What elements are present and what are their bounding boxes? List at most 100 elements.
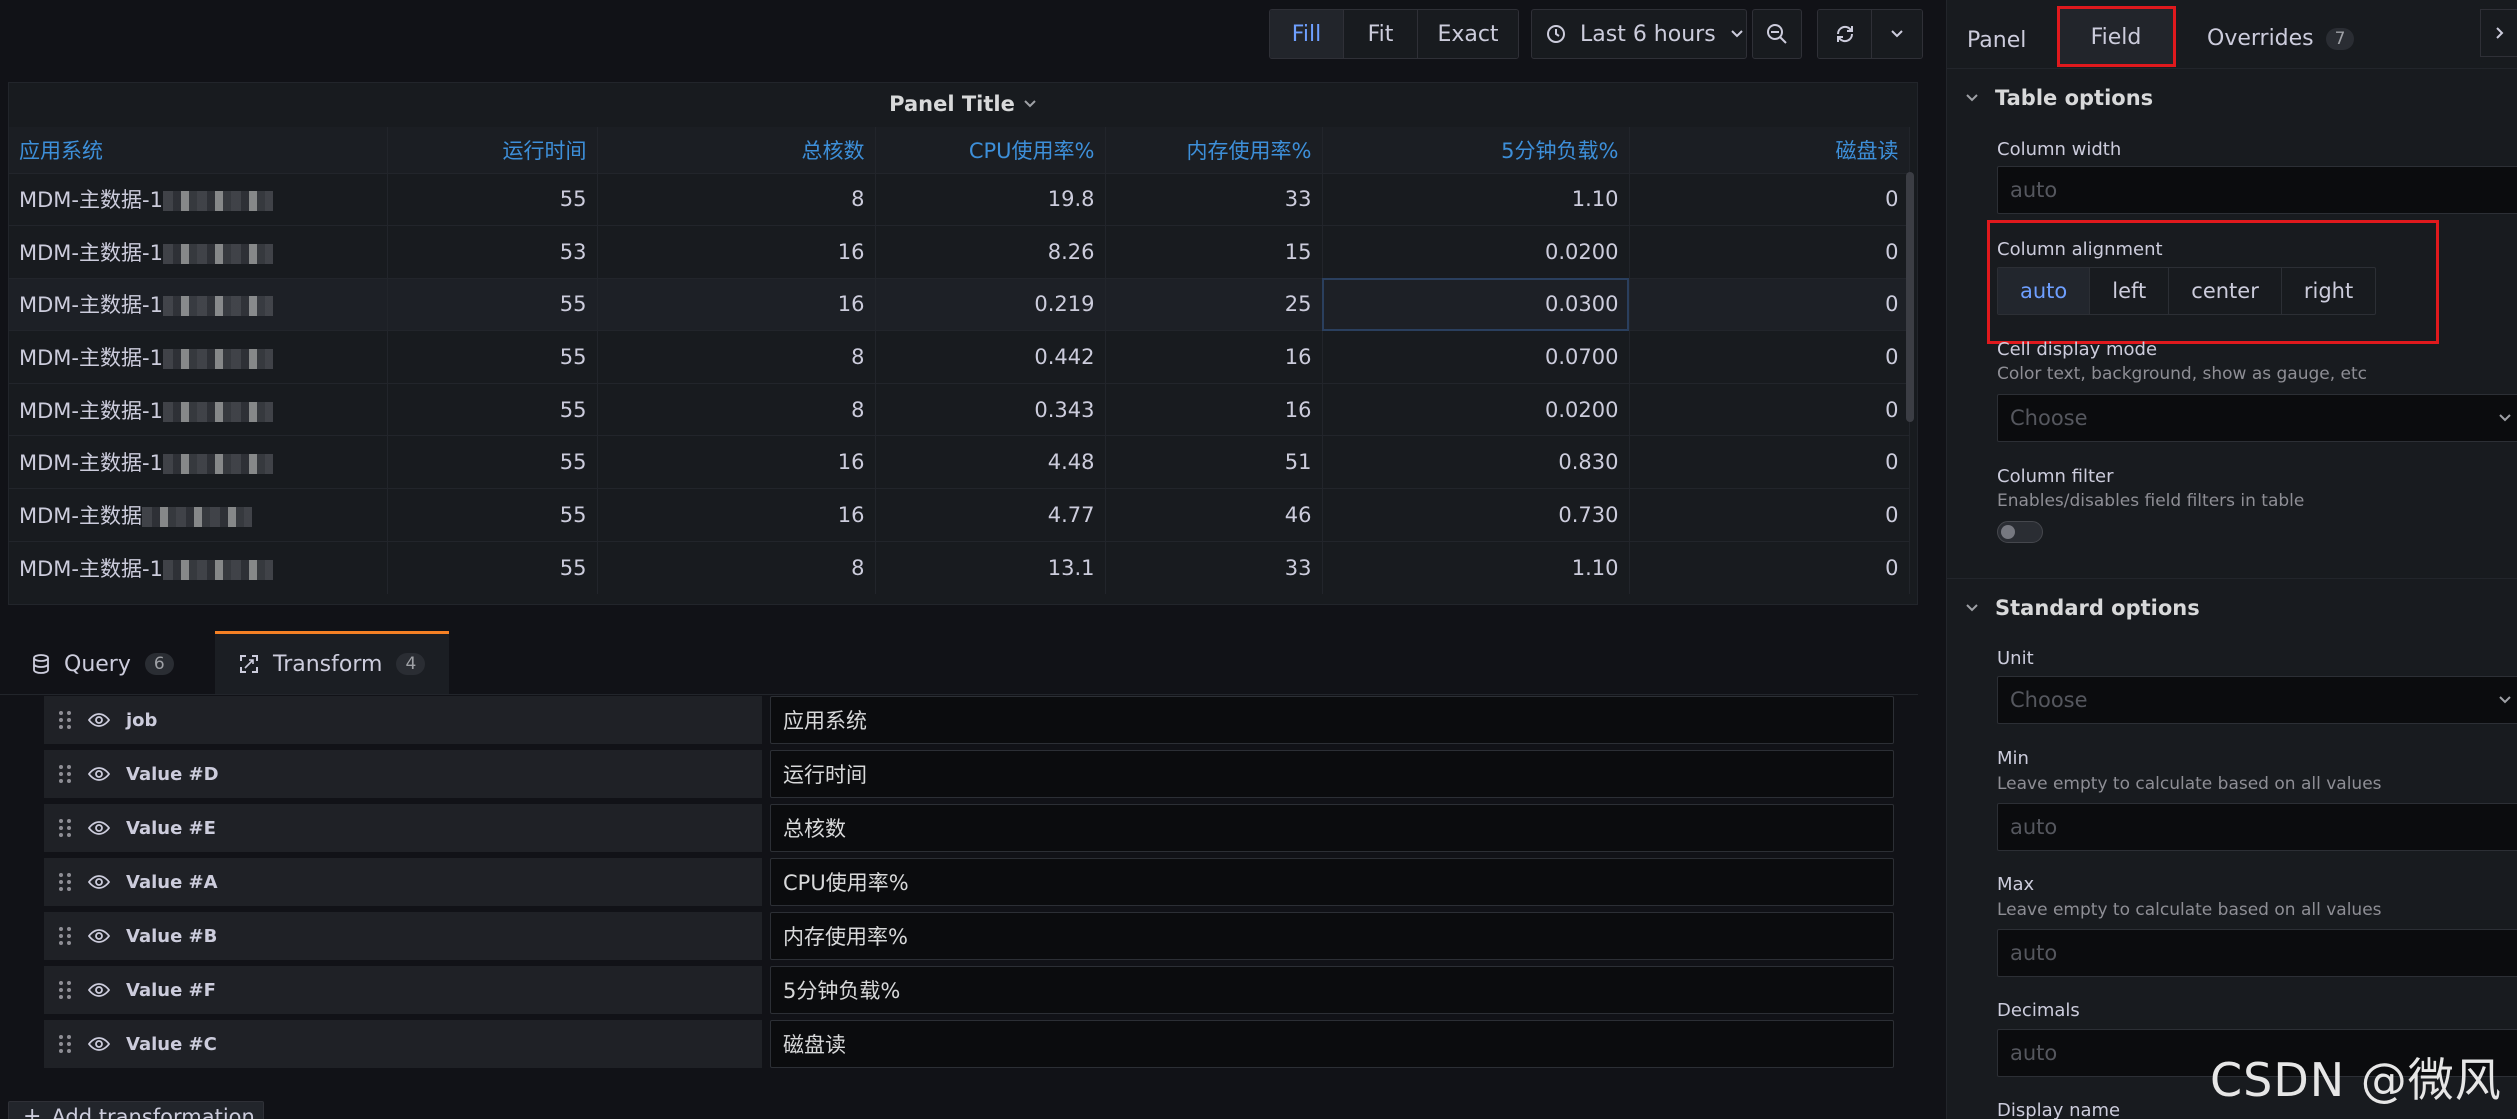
redacted-text (162, 401, 273, 422)
chevron-down-icon (1890, 27, 1904, 41)
eye-icon[interactable] (88, 928, 110, 944)
eye-icon[interactable] (88, 1036, 110, 1052)
watermark: CSDN @微风 (2210, 1053, 2502, 1107)
data-table: 应用系统 运行时间 总核数 CPU使用率% 内存使用率% 5分钟负载% 磁盘读 … (9, 127, 1910, 594)
table-cell: MDM-主数据-1 (9, 435, 388, 489)
table-cell: MDM-主数据 (9, 488, 388, 542)
exact-button[interactable]: Exact (1418, 10, 1518, 58)
chevron-down-icon (1023, 97, 1037, 111)
table-cell: MDM-主数据-1 (9, 540, 388, 594)
eye-icon[interactable] (88, 766, 110, 782)
max-input[interactable]: auto (1997, 929, 2517, 977)
refresh-interval-button[interactable] (1872, 10, 1922, 58)
rename-input[interactable]: 磁盘读 (770, 1020, 1894, 1068)
column-header[interactable]: 运行时间 (387, 127, 598, 173)
transform-row: job (44, 696, 762, 744)
refresh-icon (1834, 23, 1856, 45)
fit-button[interactable]: Fit (1344, 10, 1418, 58)
cell-display-mode-description: Color text, background, show as gauge, e… (1997, 364, 2368, 384)
drag-handle-icon[interactable] (58, 979, 72, 1001)
table-cell: 8 (597, 172, 876, 226)
options-pane: Panel Field Overrides 7 Table options Co… (1946, 0, 2517, 1119)
tab-query[interactable]: Query 6 (8, 634, 198, 694)
fill-button[interactable]: Fill (1270, 10, 1344, 58)
table-row: MDM-主数据-1 53 16 8.26 15 0.0200 0 (9, 225, 1910, 279)
rename-input[interactable]: 总核数 (770, 804, 1894, 852)
chevron-down-icon (2498, 411, 2512, 425)
highlight-box (2057, 6, 2176, 67)
rename-input[interactable]: 内存使用率% (770, 912, 1894, 960)
table-panel: Panel Title 应用系统 运行时间 总核数 CPU使用率% 内存使用率%… (8, 82, 1918, 605)
column-width-input[interactable]: auto (1997, 166, 2517, 214)
unit-label: Unit (1997, 648, 2034, 669)
zoom-out-button[interactable] (1752, 9, 1802, 59)
chevron-down-icon (1965, 91, 1979, 105)
eye-icon[interactable] (88, 982, 110, 998)
table-row: MDM-主数据-1 55 16 0.219 25 0.0300 0 (9, 277, 1910, 331)
drag-handle-icon[interactable] (58, 925, 72, 947)
redacted-text (162, 349, 273, 370)
collapse-pane-button[interactable] (2480, 9, 2517, 57)
redacted-text (162, 191, 273, 212)
refresh-button[interactable] (1818, 10, 1872, 58)
table-cell: MDM-主数据-1 (9, 277, 388, 331)
rename-input[interactable]: CPU使用率% (770, 858, 1894, 906)
min-input[interactable]: auto (1997, 803, 2517, 851)
add-transformation-label: Add transformation (51, 1105, 255, 1119)
time-range-picker[interactable]: Last 6 hours (1531, 9, 1747, 59)
drag-handle-icon[interactable] (58, 871, 72, 893)
table-cell: 0.0700 (1322, 330, 1630, 384)
table-cell: 4.48 (875, 435, 1106, 489)
table-cell: 0 (1629, 330, 1910, 384)
transform-row: Value #D (44, 750, 762, 798)
rename-input[interactable]: 运行时间 (770, 750, 1894, 798)
column-filter-toggle[interactable] (1997, 521, 2043, 543)
table-options-header[interactable]: Table options (1965, 86, 2153, 110)
column-header[interactable]: 总核数 (597, 127, 876, 173)
table-row: MDM-主数据-1 55 8 13.1 33 1.10 0 (9, 540, 1910, 594)
eye-icon[interactable] (88, 712, 110, 728)
eye-icon[interactable] (88, 820, 110, 836)
table-cell: 55 (387, 540, 598, 594)
transform-row: Value #C (44, 1020, 762, 1068)
panel-title[interactable]: Panel Title (9, 83, 1917, 125)
table-cell-selected: 0.0300 (1322, 277, 1630, 331)
column-header[interactable]: 内存使用率% (1105, 127, 1323, 173)
table-cell: MDM-主数据-1 (9, 172, 388, 226)
tab-panel[interactable]: Panel (1967, 28, 2026, 53)
cell-display-mode-select[interactable]: Choose (1997, 394, 2517, 442)
column-header[interactable]: 磁盘读 (1629, 127, 1910, 173)
tab-query-label: Query (64, 651, 131, 677)
table-cell: 16 (597, 225, 876, 279)
table-scrollbar[interactable] (1906, 172, 1914, 422)
unit-select[interactable]: Choose (1997, 676, 2517, 724)
table-cell: 8.26 (875, 225, 1106, 279)
drag-handle-icon[interactable] (58, 1033, 72, 1055)
column-header[interactable]: CPU使用率% (875, 127, 1106, 173)
transform-row: Value #E (44, 804, 762, 852)
cell-display-mode-label: Cell display mode (1997, 339, 2158, 360)
add-transformation-button[interactable]: + Add transformation (8, 1101, 264, 1119)
table-cell: 19.8 (875, 172, 1106, 226)
transform-field-name: Value #F (126, 979, 216, 1001)
redacted-text (142, 506, 252, 527)
divider (1947, 68, 2517, 69)
table-cell: 0 (1629, 382, 1910, 436)
table-cell: 8 (597, 540, 876, 594)
eye-icon[interactable] (88, 874, 110, 890)
table-cell: 55 (387, 277, 598, 331)
column-header[interactable]: 应用系统 (9, 127, 388, 173)
drag-handle-icon[interactable] (58, 817, 72, 839)
rename-input[interactable]: 应用系统 (770, 696, 1894, 744)
table-header-row: 应用系统 运行时间 总核数 CPU使用率% 内存使用率% 5分钟负载% 磁盘读 (9, 127, 1910, 173)
standard-options-header[interactable]: Standard options (1965, 596, 2200, 620)
rename-input[interactable]: 5分钟负载% (770, 966, 1894, 1014)
drag-handle-icon[interactable] (58, 763, 72, 785)
tab-overrides[interactable]: Overrides 7 (2207, 26, 2355, 51)
tab-transform[interactable]: Transform 4 (215, 631, 450, 694)
tab-transform-label: Transform (273, 651, 383, 677)
chevron-down-icon (2498, 693, 2512, 707)
column-filter-label: Column filter (1997, 466, 2114, 487)
column-header[interactable]: 5分钟负载% (1322, 127, 1630, 173)
drag-handle-icon[interactable] (58, 709, 72, 731)
